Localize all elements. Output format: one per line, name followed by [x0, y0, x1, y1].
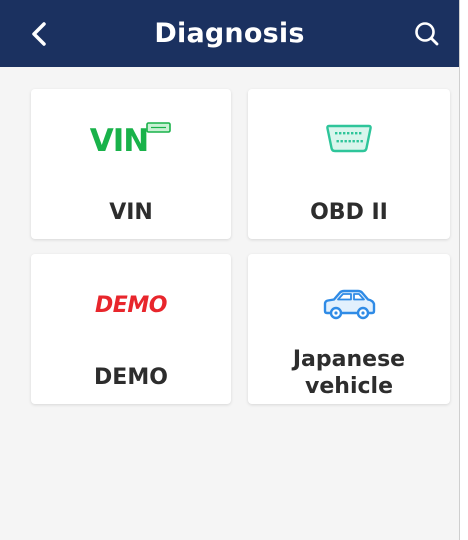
obd-ii-tile[interactable]: OBD II: [248, 89, 450, 239]
search-icon: [415, 22, 439, 46]
demo-logo-text: DEMO: [95, 293, 167, 318]
diagnosis-screen: Diagnosis VIN VIN OBD II DEMO DEMO Japan…: [0, 0, 460, 540]
vin-logo-text: VIN: [89, 123, 149, 159]
car-icon: [248, 284, 450, 328]
vin-scan-icon: VIN: [31, 119, 231, 163]
app-header: Diagnosis: [0, 0, 459, 67]
car-graphic: [323, 289, 376, 320]
demo-logo: DEMO: [31, 284, 231, 328]
japanese-vehicle-tile[interactable]: Japanese vehicle: [248, 254, 450, 404]
page-title: Diagnosis: [154, 18, 305, 49]
obd-connector-graphic: [326, 124, 372, 153]
search-button[interactable]: [407, 15, 447, 55]
obd-connector-icon: [248, 119, 450, 163]
demo-label: DEMO: [94, 365, 168, 390]
vin-tag-graphic: [146, 122, 172, 133]
vin-tile[interactable]: VIN VIN: [31, 89, 231, 239]
vin-label: VIN: [109, 200, 153, 225]
demo-tile[interactable]: DEMO DEMO: [31, 254, 231, 404]
obd-ii-label: OBD II: [310, 200, 388, 225]
japanese-vehicle-label: Japanese vehicle: [292, 347, 406, 399]
